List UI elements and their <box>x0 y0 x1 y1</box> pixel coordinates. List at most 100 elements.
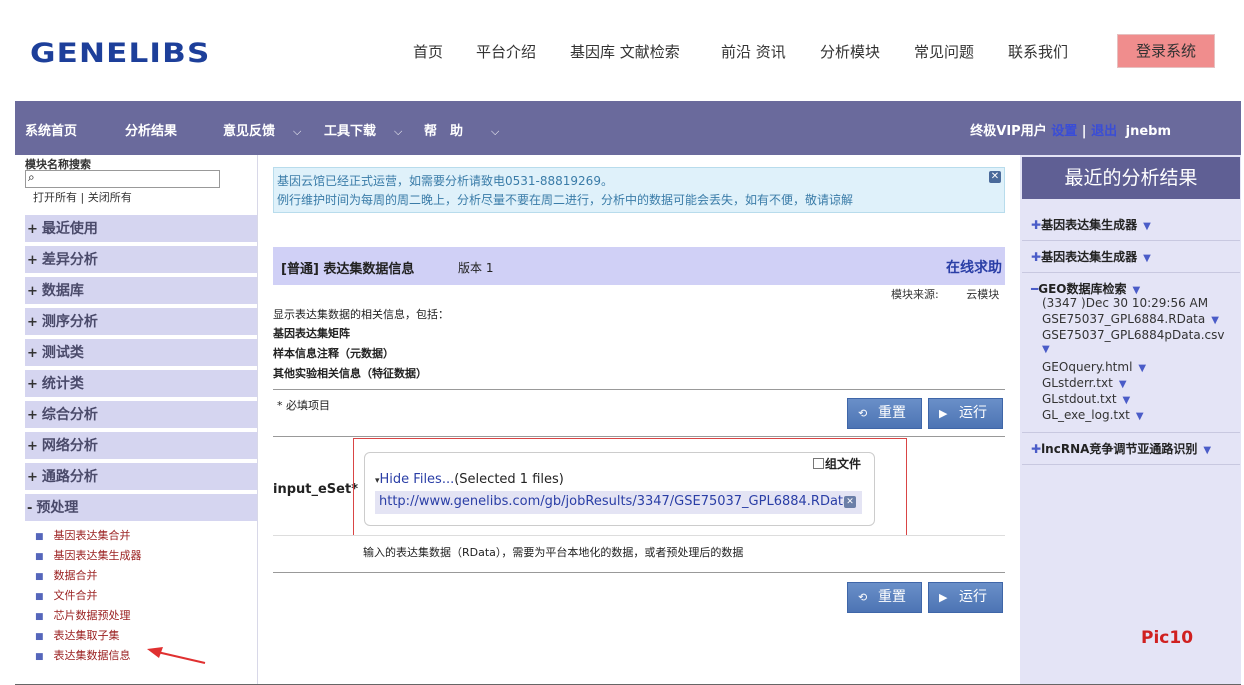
nav-gene-literature[interactable]: 基因库 文献检索 <box>570 41 680 62</box>
result-entry[interactable]: ✚基因表达集生成器 ▼ <box>1031 248 1151 265</box>
plus-icon: ✚ <box>1031 442 1042 456</box>
dropdown-triangle-icon[interactable]: ▼ <box>1203 445 1211 456</box>
dropdown-triangle-icon[interactable]: ▼ <box>1136 411 1144 422</box>
run-button-bottom[interactable]: ▶ 运行 <box>928 582 1003 613</box>
run-button[interactable]: ▶ 运行 <box>928 398 1003 429</box>
result-file[interactable]: GSE75037_GPL6884.RData ▼ <box>1042 312 1219 326</box>
genelibs-logo[interactable]: GENELIBS <box>30 38 210 69</box>
menu-tool-download[interactable]: 工具下载 ⌵ <box>324 120 402 139</box>
category-database[interactable]: + 数据库 <box>25 277 257 305</box>
result-file-name: GLstdout.txt <box>1042 392 1117 406</box>
result-entry[interactable]: ✚lncRNA竞争调节亚通路识别 ▼ <box>1031 440 1211 457</box>
open-all-link[interactable]: 打开所有 <box>33 191 77 204</box>
dropdown-triangle-icon[interactable]: ▼ <box>1138 363 1146 374</box>
geo-job-time: (3347 )Dec 30 10:29:56 AM <box>1042 296 1209 310</box>
nav-contact[interactable]: 联系我们 <box>1008 41 1068 62</box>
reset-button[interactable]: ⟲ 重置 <box>847 398 922 429</box>
menu-bar: 系统首页 分析结果 意见反馈 ⌵ 工具下载 ⌵ 帮 助 ⌵ 终极VIP用户 设置 | … <box>15 101 1241 155</box>
desc-item: 基因表达集矩阵 <box>273 327 350 340</box>
group-files-label: 组文件 <box>825 457 862 471</box>
bullet-icon: ■ <box>35 592 44 602</box>
nav-frontier-news[interactable]: 前沿 资讯 <box>721 41 786 62</box>
dropdown-triangle-icon[interactable]: ▼ <box>1132 285 1140 296</box>
menu-analysis-results[interactable]: 分析结果 <box>125 120 177 139</box>
result-file[interactable]: GSE75037_GPL6884pData.csv <box>1042 328 1224 342</box>
input-eset-label: input_eSet* <box>273 482 358 497</box>
module-search-input[interactable]: ⌕ <box>25 170 220 188</box>
result-entry[interactable]: ✚基因表达集生成器 ▼ <box>1031 216 1151 233</box>
category-preprocessing[interactable]: - 预处理 <box>25 494 257 522</box>
result-file[interactable]: GLstderr.txt ▼ <box>1042 376 1127 390</box>
result-file[interactable]: GL_exe_log.txt ▼ <box>1042 408 1144 422</box>
subitem-label: 表达集取子集 <box>53 629 120 642</box>
subitem-expr-generator[interactable]: ■ 基因表达集生成器 <box>35 547 142 563</box>
group-files-checkbox[interactable]: 组文件 <box>813 455 861 472</box>
subitem-expr-info[interactable]: ■ 表达集数据信息 <box>35 647 131 663</box>
nav-faq[interactable]: 常见问题 <box>914 41 974 62</box>
result-entry-geo[interactable]: ━GEO数据库检索 ▼ <box>1031 280 1140 297</box>
subitem-file-merge[interactable]: ■ 文件合并 <box>35 587 98 603</box>
category-label: 最近使用 <box>41 221 98 237</box>
user-sep: | <box>1081 124 1087 139</box>
dropdown-triangle-icon[interactable]: ▼ <box>1143 221 1151 232</box>
result-entry-label: lncRNA竞争调节亚通路识别 <box>1041 442 1198 456</box>
category-test[interactable]: + 测试类 <box>25 339 257 367</box>
category-recent[interactable]: + 最近使用 <box>25 215 257 243</box>
close-all-link[interactable]: 关闭所有 <box>88 191 132 204</box>
close-icon[interactable]: ✕ <box>989 171 1001 183</box>
subitem-expr-subset[interactable]: ■ 表达集取子集 <box>35 627 120 643</box>
hide-files-link[interactable]: Hide Files... <box>380 472 455 487</box>
user-info: 终极VIP用户 设置 | 退出 jnebm <box>970 120 1171 139</box>
menu-help-label: 帮 助 <box>424 124 464 139</box>
category-comprehensive[interactable]: + 综合分析 <box>25 401 257 429</box>
menu-feedback[interactable]: 意见反馈 ⌵ <box>223 120 301 139</box>
category-statistics[interactable]: + 统计类 <box>25 370 257 398</box>
subitem-chip-preprocess[interactable]: ■ 芯片数据预处理 <box>35 607 131 623</box>
settings-link[interactable]: 设置 <box>1051 124 1077 139</box>
bullet-icon: ■ <box>35 632 44 642</box>
category-label: 差异分析 <box>41 252 98 268</box>
selected-file-url[interactable]: http://www.genelibs.com/gb/jobResults/33… <box>379 494 851 509</box>
reset-icon: ⟲ <box>858 591 868 604</box>
bullet-icon: ■ <box>35 652 44 662</box>
category-differential[interactable]: + 差异分析 <box>25 246 257 274</box>
username: jnebm <box>1125 124 1171 139</box>
subitem-data-merge[interactable]: ■ 数据合并 <box>35 567 98 583</box>
expand-icon: + <box>27 284 38 299</box>
result-file-name: GSE75037_GPL6884.RData <box>1042 312 1206 326</box>
logout-link[interactable]: 退出 <box>1091 124 1117 139</box>
category-label: 统计类 <box>41 376 84 392</box>
nav-analysis-modules[interactable]: 分析模块 <box>820 41 880 62</box>
selected-file: http://www.genelibs.com/gb/jobResults/33… <box>375 491 862 514</box>
divider <box>273 436 1005 437</box>
nav-platform-intro[interactable]: 平台介绍 <box>476 41 536 62</box>
expand-icon: + <box>27 315 38 330</box>
category-pathway[interactable]: + 通路分析 <box>25 463 257 491</box>
divider <box>273 535 1005 536</box>
recent-results-panel: 最近的分析结果 ✚基因表达集生成器 ▼ ✚基因表达集生成器 ▼ ━GEO数据库检索 ▼… <box>1020 155 1241 685</box>
module-version: 版本 1 <box>458 261 494 275</box>
dropdown-triangle-icon[interactable]: ▼ <box>1123 395 1131 406</box>
dropdown-triangle-icon[interactable]: ▼ <box>1211 315 1219 326</box>
main-content: 基因云馆已经正式运营，如需要分析请致电0531-88819269。 例行维护时间… <box>259 155 1020 685</box>
result-file[interactable]: GLstdout.txt ▼ <box>1042 392 1130 406</box>
dropdown-triangle-icon[interactable]: ▼ <box>1119 379 1127 390</box>
dropdown-triangle-icon[interactable]: ▼ <box>1042 344 1050 355</box>
notice-banner: 基因云馆已经正式运营，如需要分析请致电0531-88819269。 例行维护时间… <box>273 167 1005 213</box>
menu-system-home[interactable]: 系统首页 <box>25 120 77 139</box>
desc-item: 样本信息注释（元数据） <box>273 347 394 360</box>
nav-home[interactable]: 首页 <box>413 41 443 62</box>
category-sequencing[interactable]: + 测序分析 <box>25 308 257 336</box>
menu-help[interactable]: 帮 助 ⌵ <box>424 120 499 139</box>
reset-button-bottom[interactable]: ⟲ 重置 <box>847 582 922 613</box>
category-network[interactable]: + 网络分析 <box>25 432 257 460</box>
dropdown-triangle-icon[interactable]: ▼ <box>1143 253 1151 264</box>
online-help-link[interactable]: 在线求助 <box>946 257 1002 277</box>
login-button[interactable]: 登录系统 <box>1117 34 1215 68</box>
subitem-label: 芯片数据预处理 <box>53 609 131 622</box>
subitem-label: 表达集数据信息 <box>53 649 131 662</box>
result-file[interactable]: GEOquery.html ▼ <box>1042 360 1146 374</box>
subitem-expr-merge[interactable]: ■ 基因表达集合并 <box>35 527 131 543</box>
remove-file-icon[interactable]: ✕ <box>844 496 856 508</box>
expand-icon: + <box>27 346 38 361</box>
